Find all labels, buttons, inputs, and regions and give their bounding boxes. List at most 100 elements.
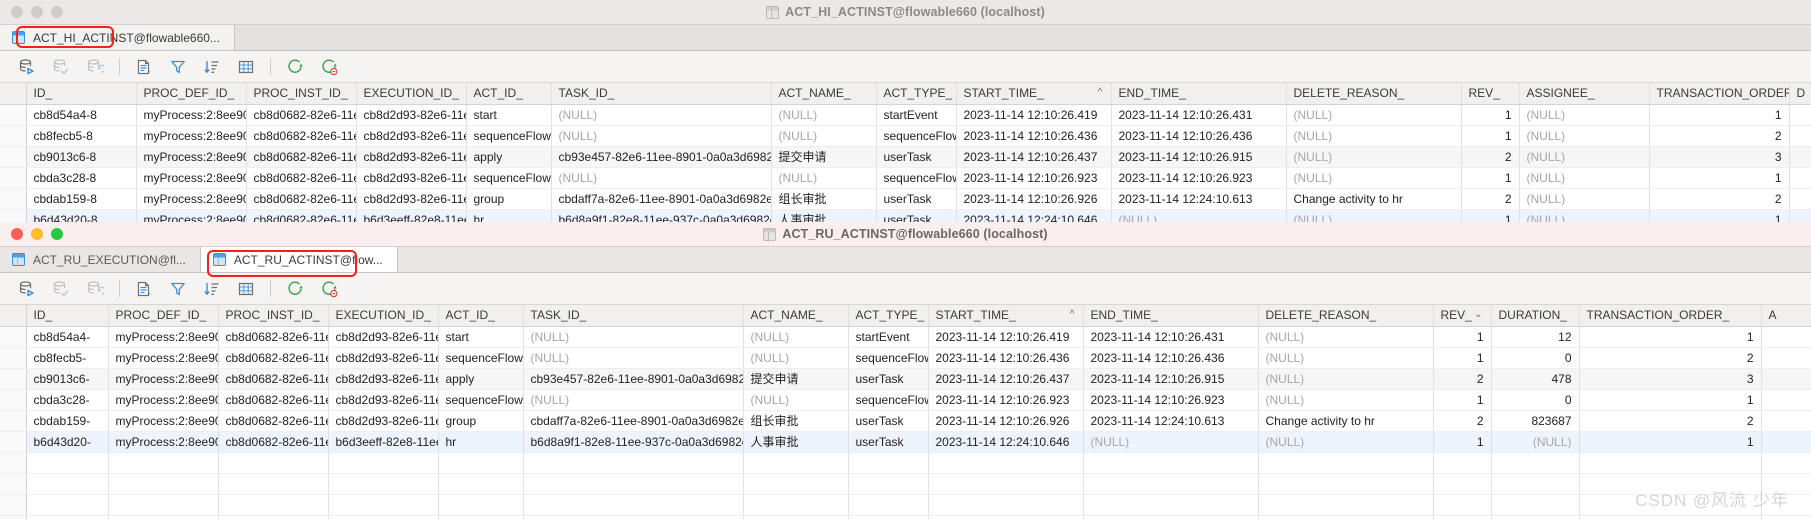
table-cell[interactable]: 2023-11-14 12:10:26.436 bbox=[956, 125, 1112, 147]
row-number-cell[interactable] bbox=[0, 326, 27, 348]
table-cell[interactable]: 2023-11-14 12:10:26.431 bbox=[1083, 326, 1259, 348]
table-cell[interactable]: (NULL) bbox=[523, 347, 744, 369]
col-header-proc-def-id[interactable]: PROC_DEF_ID_ bbox=[108, 305, 219, 327]
row-number-cell[interactable] bbox=[0, 188, 27, 210]
col-header-task-id[interactable]: TASK_ID_ bbox=[551, 83, 772, 105]
table-cell[interactable]: 提交申请 bbox=[771, 146, 877, 168]
table-cell[interactable]: myProcess:2:8ee90 bbox=[136, 188, 247, 210]
row-number-cell[interactable] bbox=[0, 347, 27, 369]
minimize-button[interactable] bbox=[31, 228, 43, 240]
table-cell[interactable]: 人事审批 bbox=[771, 209, 877, 222]
table-cell[interactable]: (NULL) bbox=[523, 326, 744, 348]
table-cell[interactable]: 0 bbox=[1491, 389, 1580, 411]
col-header-id[interactable]: ID_ bbox=[26, 305, 109, 327]
table-cell[interactable]: group bbox=[438, 410, 524, 432]
table-cell[interactable]: 2023-11-14 12:10:26.923 bbox=[1111, 167, 1287, 189]
col-header-next[interactable]: A bbox=[1761, 305, 1811, 327]
col-header-delete-reason[interactable]: DELETE_REASON_ bbox=[1286, 83, 1462, 105]
table-cell[interactable]: 2023-11-14 12:10:26.419 bbox=[928, 326, 1084, 348]
table-cell[interactable]: apply bbox=[466, 146, 552, 168]
table-cell[interactable]: cb93e457-82e6-11ee-8901-0a0a3d6982e3 bbox=[523, 368, 744, 390]
table-cell[interactable]: cbdaff7a-82e6-11ee-8901-0a0a3d6982e3 bbox=[551, 188, 772, 210]
table-cell[interactable]: 2023-11-14 12:10:26.926 bbox=[928, 410, 1084, 432]
table-cell[interactable]: b6d8a9f1-82e8-11ee-937c-0a0a3d6982e3 bbox=[523, 431, 744, 453]
table-cell[interactable]: cb8d0682-82e6-11e bbox=[246, 188, 357, 210]
col-header-end-time[interactable]: END_TIME_ bbox=[1083, 305, 1259, 327]
sort-button[interactable] bbox=[195, 54, 229, 80]
sort-button[interactable] bbox=[195, 276, 229, 302]
table-cell[interactable]: b6d8a9f1-82e8-11ee-937c-0a0a3d6982e3 bbox=[551, 209, 772, 222]
table-cell[interactable]: sequenceFlow bbox=[848, 389, 929, 411]
col-header-transaction-order[interactable]: TRANSACTION_ORDER_ bbox=[1579, 305, 1762, 327]
table-cell[interactable] bbox=[1761, 368, 1811, 390]
table-cell[interactable]: userTask bbox=[848, 431, 929, 453]
table-cell[interactable]: 1 bbox=[1433, 347, 1492, 369]
table-cell[interactable]: userTask bbox=[848, 410, 929, 432]
table-cell[interactable]: b6d3eeff-82e8-11ee- bbox=[356, 209, 467, 222]
grid-view-button[interactable] bbox=[229, 276, 263, 302]
table-cell[interactable]: 2 bbox=[1649, 125, 1790, 147]
table-cell[interactable]: cbda3c28-8 bbox=[26, 167, 137, 189]
table-cell[interactable]: 2 bbox=[1461, 188, 1520, 210]
table-cell[interactable]: sequenceFlow1 bbox=[438, 347, 524, 369]
table-cell[interactable]: cb8d0682-82e6-11e bbox=[246, 125, 357, 147]
table-cell[interactable]: cb8d2d93-82e6-11ee bbox=[328, 410, 439, 432]
table-cell[interactable]: userTask bbox=[876, 146, 957, 168]
table-cell[interactable]: (NULL) bbox=[771, 104, 877, 126]
tab-act-ru-actinst[interactable]: ACT_RU_ACTINST@flow... bbox=[200, 247, 398, 272]
row-number-cell[interactable] bbox=[0, 104, 27, 126]
table-cell[interactable] bbox=[1761, 431, 1811, 453]
table-cell[interactable]: myProcess:2:8ee90 bbox=[108, 326, 219, 348]
col-header-rev[interactable]: REV_ bbox=[1461, 83, 1520, 105]
table-cell[interactable]: 0 bbox=[1491, 347, 1580, 369]
row-number-cell[interactable] bbox=[0, 410, 27, 432]
ddl-button[interactable] bbox=[127, 276, 161, 302]
table-cell[interactable]: 2023-11-14 12:10:26.436 bbox=[1083, 347, 1259, 369]
table-cell[interactable]: myProcess:2:8ee90 bbox=[108, 410, 219, 432]
table-cell[interactable]: cb8d0682-82e6-11e bbox=[218, 326, 329, 348]
tab-act-ru-execution[interactable]: ACT_RU_EXECUTION@fl... bbox=[0, 247, 201, 272]
table-cell[interactable]: (NULL) bbox=[1519, 167, 1650, 189]
table-row[interactable]: cbdab159-8 myProcess:2:8ee90 cb8d0682-82e6… bbox=[0, 188, 1811, 210]
col-header-proc-def-id[interactable]: PROC_DEF_ID_ bbox=[136, 83, 247, 105]
table-cell[interactable]: 2 bbox=[1461, 146, 1520, 168]
table-cell[interactable]: cb8d2d93-82e6-11ee bbox=[328, 368, 439, 390]
filter-button[interactable] bbox=[161, 276, 195, 302]
table-cell[interactable]: myProcess:2:8ee90 bbox=[108, 368, 219, 390]
table-cell[interactable]: (NULL) bbox=[551, 167, 772, 189]
table-cell[interactable]: 提交申请 bbox=[743, 368, 849, 390]
row-number-cell[interactable] bbox=[0, 167, 27, 189]
col-header-act-id[interactable]: ACT_ID_ bbox=[466, 83, 552, 105]
table-cell[interactable]: 12 bbox=[1491, 326, 1580, 348]
col-header-proc-inst-id[interactable]: PROC_INST_ID_ bbox=[218, 305, 329, 327]
table-cell[interactable]: (NULL) bbox=[1258, 431, 1434, 453]
table-cell[interactable]: cb8d0682-82e6-11e bbox=[246, 209, 357, 222]
row-number-cell[interactable] bbox=[0, 389, 27, 411]
table-cell[interactable]: cb9013c6- bbox=[26, 368, 109, 390]
table-row[interactable]: cb8d54a4- myProcess:2:8ee90 cb8d0682-82e6-… bbox=[0, 326, 1811, 348]
table-cell[interactable]: myProcess:2:8ee90 bbox=[108, 431, 219, 453]
minimize-button[interactable] bbox=[31, 6, 43, 18]
table-cell[interactable]: cb8d54a4-8 bbox=[26, 104, 137, 126]
col-header-act-name[interactable]: ACT_NAME_ bbox=[743, 305, 849, 327]
table-cell[interactable]: sequenceFlow bbox=[876, 167, 957, 189]
table-cell[interactable]: 1 bbox=[1579, 431, 1762, 453]
table-cell[interactable]: cbdab159- bbox=[26, 410, 109, 432]
grid-view-button[interactable] bbox=[229, 54, 263, 80]
table-cell[interactable]: cb93e457-82e6-11ee-8901-0a0a3d6982e3 bbox=[551, 146, 772, 168]
table-cell[interactable] bbox=[1761, 326, 1811, 348]
table-cell[interactable] bbox=[1789, 209, 1811, 222]
table-cell[interactable]: (NULL) bbox=[1111, 209, 1287, 222]
table-row[interactable]: cb9013c6- myProcess:2:8ee90 cb8d0682-82e6-… bbox=[0, 368, 1811, 390]
col-header-start-time[interactable]: START_TIME_ ^ bbox=[928, 305, 1084, 327]
col-header-execution-id[interactable]: EXECUTION_ID_ bbox=[356, 83, 467, 105]
table-cell[interactable]: (NULL) bbox=[551, 104, 772, 126]
table-cell[interactable]: userTask bbox=[848, 368, 929, 390]
table-cell[interactable]: 2023-11-14 12:10:26.436 bbox=[928, 347, 1084, 369]
col-header-act-type[interactable]: ACT_TYPE_ bbox=[876, 83, 957, 105]
table-cell[interactable]: start bbox=[438, 326, 524, 348]
refresh-button[interactable] bbox=[278, 276, 312, 302]
table-cell[interactable]: (NULL) bbox=[1286, 125, 1462, 147]
table-cell[interactable]: cb8d0682-82e6-11e bbox=[246, 167, 357, 189]
table-cell[interactable]: 2023-11-14 12:24:10.613 bbox=[1083, 410, 1259, 432]
